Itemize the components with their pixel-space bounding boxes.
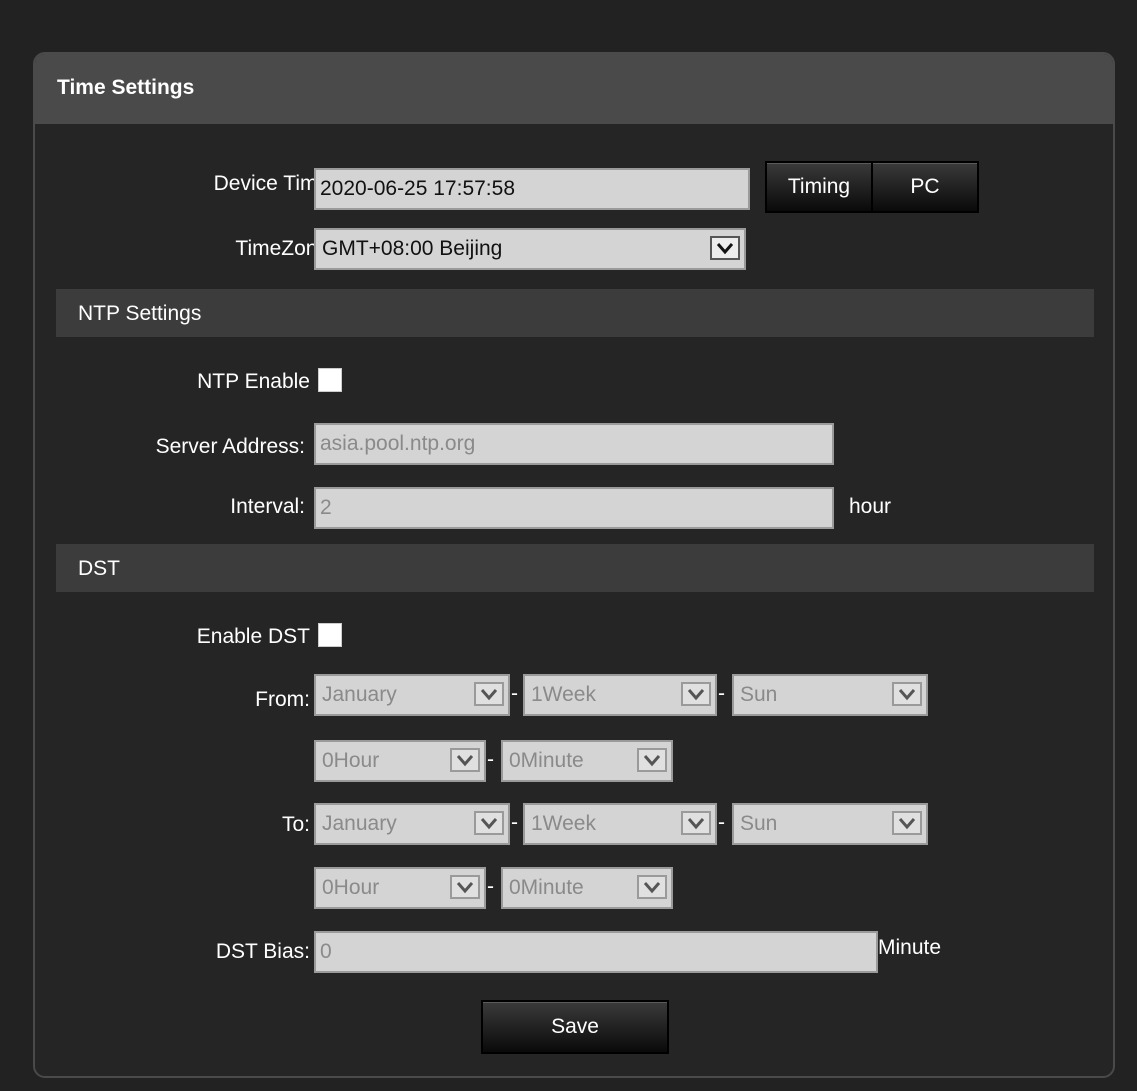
interval-label: Interval: <box>230 495 305 518</box>
timezone-select[interactable]: GMT+08:00 Beijing <box>314 228 746 270</box>
dst-section: DST <box>56 544 1094 592</box>
panel-header: Time Settings <box>35 54 1113 124</box>
ntp-settings-section: NTP Settings <box>56 289 1094 337</box>
to-hour-select[interactable]: 0Hour <box>314 867 486 909</box>
dst-from-label: From: <box>255 688 310 711</box>
dst-section-title: DST <box>78 557 120 580</box>
to-hour-value: 0Hour <box>322 876 380 899</box>
timezone-label: TimeZone: <box>235 237 335 260</box>
panel-title: Time Settings <box>57 76 195 99</box>
to-month-select[interactable]: January <box>314 803 510 845</box>
device-time-field[interactable]: 2020-06-25 17:57:58 <box>314 168 750 210</box>
chevron-down-icon <box>450 748 480 772</box>
to-minute-value: 0Minute <box>509 876 584 899</box>
dst-enable-checkbox[interactable] <box>318 623 342 647</box>
from-dash-3: - <box>487 748 494 771</box>
chevron-down-icon <box>637 875 667 899</box>
dst-bias-label: DST Bias: <box>215 940 310 963</box>
to-day-select[interactable]: Sun <box>732 803 928 845</box>
interval-field[interactable]: 2 <box>314 487 834 529</box>
ntp-enable-label: NTP Enable <box>197 370 310 393</box>
chevron-down-icon <box>474 811 504 835</box>
chevron-down-icon <box>892 811 922 835</box>
to-week-value: 1Week <box>531 812 596 835</box>
dst-bias-unit: Minute <box>878 936 942 959</box>
from-hour-select[interactable]: 0Hour <box>314 740 486 782</box>
to-minute-select[interactable]: 0Minute <box>501 867 673 909</box>
to-dash-1: - <box>511 811 518 834</box>
ntp-enable-checkbox[interactable] <box>318 368 342 392</box>
dst-enable-label: Enable DST <box>196 625 310 648</box>
server-address-field[interactable]: asia.pool.ntp.org <box>314 423 834 465</box>
from-dash-2: - <box>718 682 725 705</box>
from-hour-value: 0Hour <box>322 749 380 772</box>
chevron-down-icon <box>892 682 922 706</box>
from-month-select[interactable]: January <box>314 674 510 716</box>
chevron-down-icon <box>681 682 711 706</box>
from-dash-1: - <box>511 682 518 705</box>
time-settings-panel: Time Settings Device Time: 2020-06-25 17… <box>33 52 1115 1078</box>
chevron-down-icon <box>450 875 480 899</box>
pc-button[interactable]: PC <box>871 161 979 213</box>
chevron-down-icon <box>710 236 740 260</box>
from-minute-select[interactable]: 0Minute <box>501 740 673 782</box>
to-dash-2: - <box>718 811 725 834</box>
chevron-down-icon <box>637 748 667 772</box>
server-address-label: Server Address: <box>155 435 305 458</box>
timing-button[interactable]: Timing <box>765 161 873 213</box>
device-time-label: Device Time: <box>213 172 335 195</box>
from-month-value: January <box>322 683 397 706</box>
chevron-down-icon <box>474 682 504 706</box>
timezone-selected: GMT+08:00 Beijing <box>322 237 503 260</box>
interval-unit: hour <box>849 495 892 518</box>
chevron-down-icon <box>681 811 711 835</box>
dst-bias-field[interactable]: 0 <box>314 931 878 973</box>
ntp-section-title: NTP Settings <box>78 302 202 325</box>
from-day-value: Sun <box>740 683 778 706</box>
to-week-select[interactable]: 1Week <box>523 803 717 845</box>
save-button[interactable]: Save <box>481 1000 669 1054</box>
dst-to-label: To: <box>281 813 310 836</box>
to-dash-3: - <box>487 875 494 898</box>
from-minute-value: 0Minute <box>509 749 584 772</box>
from-week-value: 1Week <box>531 683 596 706</box>
to-day-value: Sun <box>740 812 778 835</box>
from-day-select[interactable]: Sun <box>732 674 928 716</box>
from-week-select[interactable]: 1Week <box>523 674 717 716</box>
to-month-value: January <box>322 812 397 835</box>
